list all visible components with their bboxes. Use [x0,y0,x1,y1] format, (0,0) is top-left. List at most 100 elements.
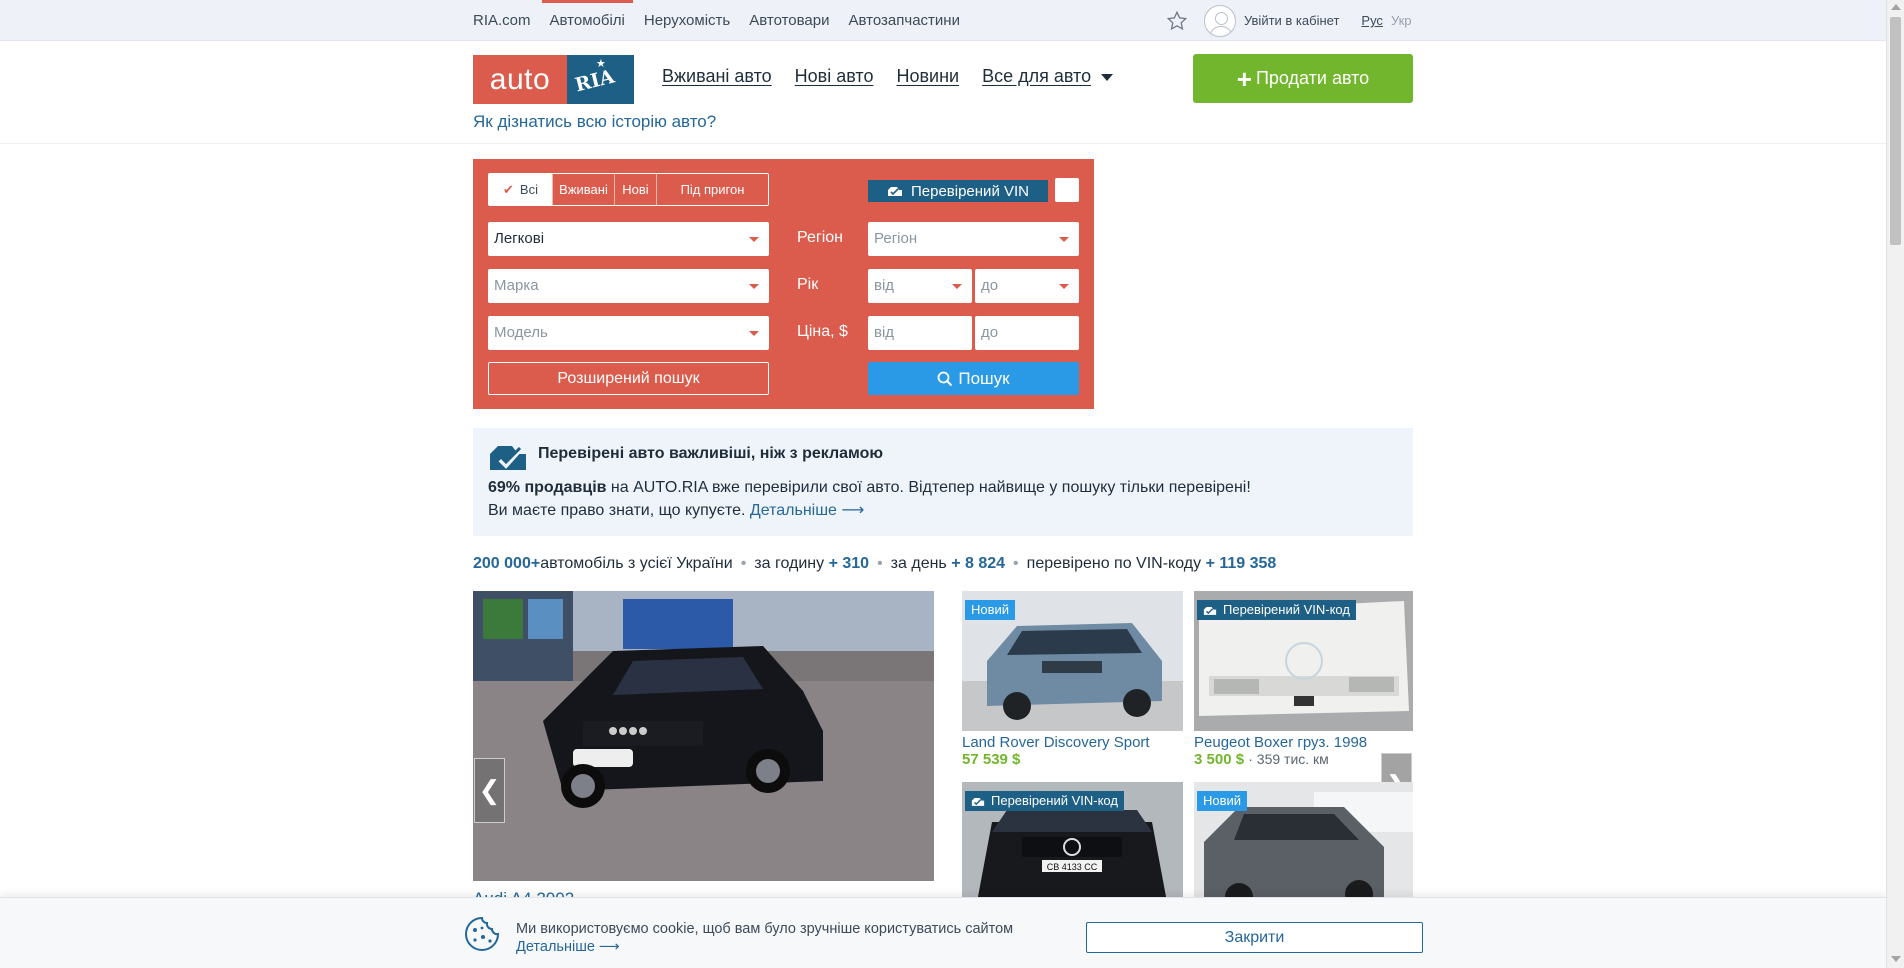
car-card-2[interactable]: Перевірений VIN-код [1194,591,1413,731]
year-to-placeholder: до [981,277,999,294]
stats-vin: + 119 358 [1205,555,1277,572]
cookie-banner: Ми використовуємо cookie, щоб вам було з… [0,897,1886,968]
vehicle-type-select[interactable]: Легкові [488,222,769,256]
nav-new-cars[interactable]: Нові авто [795,66,874,87]
cookie-icon [465,916,500,951]
sell-car-label: Продати авто [1255,68,1370,88]
header: auto RIA Вживані авто Нові авто Новини В… [0,41,1886,144]
verified-car-icon [971,797,985,806]
topnav-ria[interactable]: RIA.com [473,0,531,41]
separator-dot: • [740,555,747,572]
stats-hour-text: за годину [754,555,825,572]
top-bar: RIA.com Автомобілі Нерухомість Автотовар… [0,0,1886,41]
chevron-down-icon [1101,74,1114,81]
price-from-input[interactable]: від [868,316,972,350]
car-price-1: 57 539 $ [962,751,1020,768]
verified-vin-label: Перевірений VIN [910,182,1029,200]
topnav-realty[interactable]: Нерухомість [644,0,730,41]
lang-ru[interactable]: Рус [1361,13,1383,28]
tab-import[interactable]: Під пригон [657,174,768,205]
verified-car-icon [490,446,526,470]
car-photo-main[interactable] [473,591,934,881]
star-icon[interactable] [1166,10,1188,32]
chevron-down-icon [1059,284,1069,289]
nav-all-for-auto[interactable]: Все для авто [982,66,1114,87]
new-badge: Новий [1197,791,1248,811]
nav-news[interactable]: Новини [896,66,959,87]
search-button[interactable]: Пошук [868,362,1079,395]
verified-vin-badge: Перевірений VIN-код [1197,600,1356,620]
lang-ua[interactable]: Укр [1391,13,1412,28]
info-line1: 69% продавців на AUTO.RIA вже перевірили… [488,479,1251,497]
top-nav: RIA.com Автомобілі Нерухомість Автотовар… [473,0,979,41]
login-link[interactable]: Увійти в кабінет [1244,13,1339,28]
sell-car-button[interactable]: + Продати авто [1193,54,1413,103]
tab-used[interactable]: Вживані [553,174,615,205]
license-plate: CB 4133 CC [1047,862,1098,872]
logo[interactable]: auto RIA [473,55,634,104]
search-tabs: ✔ Всі Вживані Нові Під пригон [488,173,769,206]
history-link[interactable]: Як дізнатись всю історію авто? [473,112,716,132]
page-scrollbar[interactable] [1886,0,1904,968]
topnav-cars[interactable]: Автомобілі [541,0,634,41]
region-select[interactable]: Регіон [868,222,1079,256]
verified-info-block: Перевірені авто важливіші, ніж з рекламо… [473,428,1413,536]
stats-vin-text: перевірено по VIN-коду [1026,555,1202,572]
stats-total-text: автомобіль з усієї України [540,555,733,572]
cookie-close-button[interactable]: Закрити [1086,922,1423,953]
brand-placeholder: Марка [494,277,539,294]
carousel-prev-button[interactable]: ❮ [474,758,505,823]
verified-vin-toggle[interactable]: Перевірений VIN [868,180,1048,202]
verified-vin-checkbox[interactable] [1055,178,1079,202]
topnav-autogoods[interactable]: Автотовари [749,0,829,41]
check-icon: ✔ [503,182,514,197]
price-from-placeholder: від [874,324,895,341]
separator-dot: • [1013,555,1019,572]
car-price-2: 3 500 $ · 359 тис. км [1194,751,1329,768]
region-label: Регіон [797,229,843,246]
logo-auto: auto [473,55,567,104]
verified-vin-badge: Перевірений VIN-код [965,791,1124,811]
model-placeholder: Модель [494,324,548,341]
new-badge: Новий [965,600,1016,620]
price-label: Ціна, $ [797,323,848,340]
chevron-down-icon [749,331,759,336]
stats-day: + 8 824 [951,555,1006,572]
scroll-up-icon[interactable] [1891,4,1901,10]
verified-vin-badge-label: Перевірений VIN-код [1223,602,1350,617]
price-to-input[interactable]: до [975,316,1079,350]
car-mileage-2: 359 тис. км [1256,751,1329,767]
chevron-left-icon: ❮ [478,775,501,805]
nav-used-cars[interactable]: Вживані авто [662,66,772,87]
avatar-icon[interactable] [1204,4,1236,37]
year-label: Рік [797,276,819,293]
info-line2: Ви маєте право знати, що купуєте. Деталь… [488,500,864,520]
car-title-1[interactable]: Land Rover Discovery Sport [962,734,1150,751]
tab-all[interactable]: ✔ Всі [489,174,553,205]
vehicle-type-value: Легкові [494,230,545,247]
year-to-select[interactable]: до [975,269,1079,303]
year-from-select[interactable]: від [868,269,972,303]
topnav-autoparts[interactable]: Автозапчастини [849,0,960,41]
scroll-down-icon[interactable] [1891,956,1901,962]
search-form: ✔ Всі Вживані Нові Під пригон Перевірени… [473,159,1094,409]
tab-new[interactable]: Нові [615,174,657,205]
car-title-2[interactable]: Peugeot Boxer груз. 1998 [1194,734,1367,751]
chevron-down-icon [749,237,759,242]
scroll-thumb[interactable] [1890,17,1901,245]
extended-search-button[interactable]: Розширений пошук [488,362,769,395]
cookie-more-link[interactable]: Детальніше ⟶ [516,939,620,955]
search-button-label: Пошук [958,368,1010,388]
main-nav: Вживані авто Нові авто Новини Все для ав… [662,66,1114,87]
logo-ria: RIA [567,55,634,104]
info-more-link[interactable]: Детальніше ⟶ [750,502,864,519]
car-price-1-value: 57 539 $ [962,751,1021,768]
price-to-placeholder: до [981,324,999,341]
car-card-1[interactable]: Новий [962,591,1183,731]
brand-select[interactable]: Марка [488,269,769,303]
model-select[interactable]: Модель [488,316,769,350]
plus-icon: + [1236,63,1252,94]
separator-dot: • [877,555,883,572]
car-price-2-value: 3 500 $ [1194,751,1245,768]
stats-total: 200 000+ [473,555,541,572]
